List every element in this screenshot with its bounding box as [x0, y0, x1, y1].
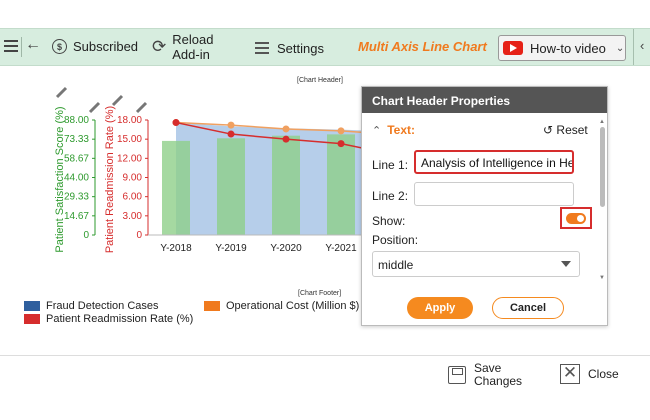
- axis1-tick-label: 29.33: [64, 192, 89, 203]
- show-toggle[interactable]: [566, 213, 586, 224]
- howto-label: How-to video: [530, 40, 606, 56]
- cancel-button[interactable]: Cancel: [492, 297, 564, 319]
- reload-icon: ⟳: [152, 37, 167, 56]
- axis1-tick-label: 88.00: [64, 115, 89, 126]
- legend-label: Operational Cost (Million $): [226, 300, 360, 312]
- legend-label: Fraud Detection Cases: [46, 300, 159, 312]
- pencil-icon: [88, 101, 101, 114]
- point-operational-cost: [282, 125, 290, 133]
- reload-label-line1: Reload: [172, 32, 214, 47]
- chart-header-properties-panel: Chart Header Properties ⌃ Text: ↺ Reset …: [361, 86, 608, 326]
- toolbar-divider-right: [633, 29, 634, 65]
- legend-swatch: [24, 314, 40, 324]
- axis1-tick-label: 14.67: [64, 211, 89, 222]
- axis2-tick-label: 6.00: [123, 192, 143, 203]
- show-label: Show:: [372, 214, 406, 228]
- legend-item-operational-cost[interactable]: Operational Cost (Million $): [204, 300, 359, 312]
- x-tick-label: Y-2020: [270, 243, 302, 254]
- close-button[interactable]: ✕ Close: [560, 364, 619, 384]
- chevron-left-icon[interactable]: ‹: [640, 38, 644, 53]
- reset-button[interactable]: ↺ Reset: [543, 123, 588, 137]
- line2-input[interactable]: [414, 182, 574, 206]
- bar-satisfaction: [162, 140, 190, 235]
- panel-scrollbar[interactable]: ▲ ▼: [599, 119, 606, 283]
- close-icon: ✕: [560, 364, 580, 384]
- line1-input[interactable]: Analysis of Intelligence in Heal: [414, 150, 574, 174]
- legend-item-readmission[interactable]: Patient Readmission Rate (%): [24, 313, 193, 325]
- reload-label-line2: Add-in: [172, 47, 210, 62]
- point-readmission-rate: [337, 140, 345, 148]
- axis2-title: Patient Readmission Rate (%): [104, 106, 116, 253]
- axis1-title: Patient Satisfaction Score (%): [54, 106, 66, 252]
- close-label: Close: [588, 367, 619, 381]
- position-label: Position:: [372, 233, 419, 247]
- axis2-tick-label: 18.00: [117, 115, 142, 126]
- bar-satisfaction: [217, 138, 245, 235]
- axis2-tick-label: 12.00: [117, 153, 142, 164]
- x-tick-label: Y-2021: [325, 243, 357, 254]
- bar-satisfaction: [327, 134, 355, 235]
- position-select[interactable]: middle: [372, 251, 580, 277]
- reset-label: Reset: [556, 123, 588, 137]
- axis1-tick-label: 73.33: [64, 134, 89, 145]
- section-title: Text:: [387, 123, 415, 137]
- youtube-icon: [503, 41, 523, 55]
- show-toggle-highlight: [560, 207, 592, 229]
- legend-item-fraud[interactable]: Fraud Detection Cases: [24, 300, 159, 312]
- panel-title: Chart Header Properties: [362, 87, 607, 113]
- subscribed-label: Subscribed: [73, 39, 139, 54]
- point-readmission-rate: [172, 119, 180, 127]
- legend-label: Patient Readmission Rate (%): [46, 313, 194, 325]
- line1-label: Line 1:: [372, 158, 409, 172]
- chevron-up-icon: ⌃: [372, 124, 382, 137]
- app-title: Multi Axis Line Chart: [358, 39, 487, 54]
- reload-addin-button[interactable]: ⟳ Reload Add-in: [152, 32, 213, 62]
- bar-satisfaction: [272, 135, 300, 235]
- axis1-tick-label: 44.00: [64, 173, 89, 184]
- point-readmission-rate: [282, 135, 290, 143]
- bottom-divider: [0, 355, 650, 356]
- chart-footer-placeholder[interactable]: [Chart Footer]: [298, 290, 341, 297]
- save-changes-button[interactable]: Save Changes: [448, 362, 522, 388]
- undo-icon: ↺: [543, 123, 554, 137]
- pencil-icon: [55, 86, 68, 99]
- x-tick-label: Y-2019: [215, 243, 247, 254]
- scroll-down-icon[interactable]: ▼: [599, 275, 605, 281]
- axis1-tick-label: 0: [83, 230, 89, 241]
- chevron-down-icon: ⌄: [615, 42, 625, 54]
- toolbar-divider: [21, 37, 22, 57]
- pencil-icon: [135, 101, 148, 114]
- scrollbar-thumb[interactable]: [600, 127, 605, 207]
- settings-button[interactable]: Settings: [255, 39, 324, 57]
- settings-label: Settings: [277, 40, 324, 56]
- howto-video-dropdown[interactable]: How-to video ⌄: [498, 35, 626, 61]
- axis2-tick-label: 9.00: [123, 173, 143, 184]
- axis1-tick-label: 58.67: [64, 153, 89, 164]
- sliders-icon: [255, 39, 269, 57]
- legend-swatch: [24, 301, 40, 311]
- back-arrow-icon[interactable]: ←: [25, 36, 41, 54]
- scroll-up-icon[interactable]: ▲: [599, 119, 605, 125]
- apply-button[interactable]: Apply: [407, 297, 473, 319]
- line2-label: Line 2:: [372, 189, 409, 203]
- axis2-tick-label: 0: [136, 230, 142, 241]
- save-label-line2: Changes: [474, 374, 523, 388]
- axis2-tick-label: 3.00: [123, 211, 143, 222]
- dropdown-caret-icon: [561, 261, 571, 267]
- position-value: middle: [378, 258, 414, 272]
- point-operational-cost: [337, 127, 345, 135]
- toolbar: ← $ Subscribed ⟳ Reload Add-in Settings …: [0, 28, 650, 66]
- x-tick-label: Y-2018: [160, 243, 192, 254]
- pencil-icon: [111, 94, 124, 107]
- point-readmission-rate: [227, 130, 235, 138]
- legend-swatch: [204, 301, 220, 311]
- menu-icon[interactable]: [4, 40, 18, 52]
- text-section-toggle[interactable]: ⌃ Text:: [372, 123, 415, 137]
- dollar-icon: $: [52, 39, 67, 54]
- point-operational-cost: [227, 121, 235, 129]
- axis2-tick-label: 15.00: [117, 134, 142, 145]
- save-icon: [448, 366, 466, 384]
- subscribed-button[interactable]: $ Subscribed: [52, 39, 138, 54]
- chart: 88.00 73.33 58.67 44.00 29.33 14.67 0 Patient S…: [54, 86, 370, 254]
